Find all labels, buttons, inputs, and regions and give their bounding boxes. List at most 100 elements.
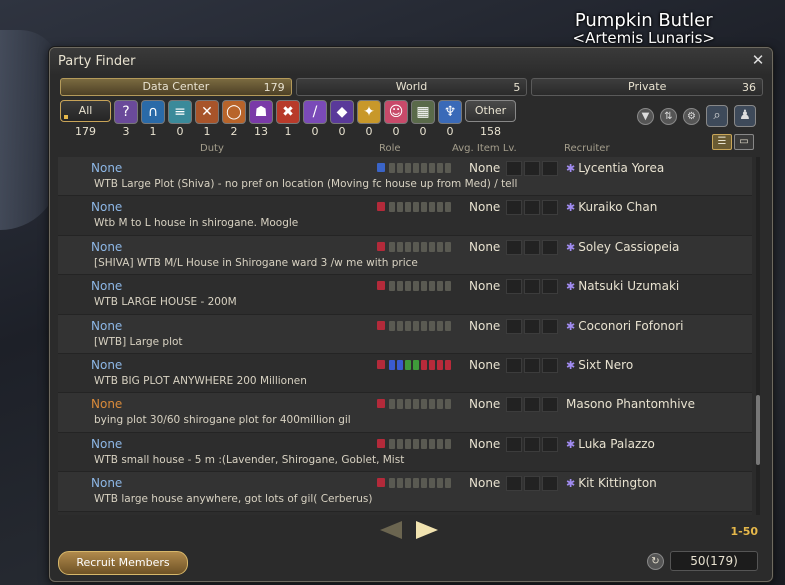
status-box	[542, 200, 558, 216]
listing-row[interactable]: None WTB BIG PLOT ANYWHERE 200 Millionen N…	[58, 353, 752, 394]
category-all-button[interactable]: All 179	[60, 100, 111, 140]
category-button[interactable]: ? 3	[114, 100, 138, 140]
role-slot	[421, 281, 427, 292]
gold-saucer-icon: ✦	[357, 100, 381, 124]
listing-row[interactable]: None WTB LARGE HOUSE - 200M None ✱ Natsuki U…	[58, 275, 752, 315]
role-slot	[389, 241, 395, 252]
role-slot	[429, 281, 435, 292]
listing-comment: [WTB] Large plot	[94, 335, 183, 348]
close-icon[interactable]: ✕	[750, 52, 766, 68]
category-button[interactable]: ◯ 2	[222, 100, 246, 140]
listing-row[interactable]: NoneNone✱Loly Candy	[58, 511, 752, 515]
listing-duty: None	[91, 476, 123, 491]
role-slot	[421, 320, 427, 331]
listing-row[interactable]: None WTB Large Plot (Shiva) - no pref on …	[58, 157, 752, 197]
category-count: 13	[254, 125, 268, 138]
world-visitor-icon: ✱	[566, 240, 576, 254]
listing-duty: None	[91, 397, 123, 412]
window-titlebar[interactable]: Party Finder ✕	[50, 48, 772, 74]
role-slot	[397, 359, 403, 370]
tab-world[interactable]: World 5	[295, 78, 528, 96]
listing-avg-ilvl: None	[469, 357, 501, 372]
role-slot	[445, 163, 451, 173]
category-count: 3	[122, 125, 130, 138]
face-icon: ☺	[384, 100, 408, 124]
role-slot	[429, 241, 435, 252]
listing-recruiter: ✱ Coconori Fofonori	[566, 319, 684, 333]
role-slot	[397, 320, 403, 331]
role-slot	[405, 281, 411, 292]
refresh-icon[interactable]: ↻	[647, 552, 664, 570]
role-check-icon	[377, 438, 385, 448]
listing-row[interactable]: None WTB large house anywhere, got lots o…	[58, 472, 752, 512]
category-count: 0	[365, 125, 373, 138]
role-slot	[389, 438, 395, 449]
sort-icon[interactable]: ⇅	[660, 107, 677, 125]
role-slot	[389, 202, 395, 213]
party-icon[interactable]: ♟	[734, 105, 756, 127]
listing-status-boxes	[506, 200, 558, 216]
category-button[interactable]: /0	[303, 100, 327, 140]
recruiter-name: Coconori Fofonori	[578, 318, 684, 333]
prev-page-icon[interactable]	[380, 521, 402, 539]
role-check-icon	[377, 478, 385, 488]
recruit-members-button[interactable]: Recruit Members	[58, 551, 188, 575]
role-slot	[405, 320, 411, 331]
category-label: All	[60, 100, 111, 122]
category-button[interactable]: ∩ 1	[141, 100, 165, 140]
category-other-button[interactable]: Other 158	[465, 100, 516, 140]
filter-icon[interactable]: ▼	[637, 107, 654, 125]
status-box	[524, 161, 540, 176]
tab-count: 5	[513, 81, 521, 94]
listing-count: 50(179)	[670, 551, 758, 571]
world-visitor-icon: ✱	[566, 280, 576, 294]
listing-row[interactable]: None Wtb M to L house in shirogane. Moogl…	[58, 196, 752, 236]
category-button[interactable]: ✦ 0	[357, 100, 381, 140]
next-page-icon[interactable]	[416, 521, 438, 539]
listing-status-boxes	[506, 279, 558, 295]
role-slots	[389, 320, 451, 331]
role-slot	[445, 202, 451, 213]
category-count: 158	[480, 125, 501, 138]
tab-data-center[interactable]: Data Center 179	[60, 78, 292, 96]
listing-recruiter: ✱ Kit Kittington	[566, 476, 657, 490]
listing-row[interactable]: None [WTB] Large plot None ✱ Coconori Fofono…	[58, 314, 752, 354]
listing-avg-ilvl: None	[469, 476, 501, 491]
listing-row[interactable]: None [SHIVA] WTB M/L House in Shirogane w…	[58, 235, 752, 276]
listing-row[interactable]: None WTB small house - 5 m :(Lavender, Sh…	[58, 432, 752, 473]
status-box	[524, 476, 540, 492]
role-slot	[389, 320, 395, 331]
search-icon[interactable]: ⌕	[706, 105, 728, 127]
category-button[interactable]: ✕ 1	[195, 100, 219, 140]
status-box	[524, 279, 540, 295]
tab-label: Private	[628, 80, 667, 93]
category-button[interactable]: ♆ 0	[438, 100, 462, 140]
role-slot	[445, 359, 451, 370]
tool-buttons: ▼ ⇅ ⚙ ⌕ ♟	[637, 105, 756, 127]
list-scrollbar[interactable]	[756, 157, 760, 515]
category-label: Other	[465, 100, 516, 122]
role-slot	[437, 163, 443, 173]
listing-recruiter: ✱ Kuraiko Chan	[566, 200, 657, 214]
world-visitor-icon: ✱	[566, 437, 576, 451]
role-check-icon	[377, 359, 385, 369]
category-button[interactable]: ≡ 0	[168, 100, 192, 140]
role-slot	[413, 359, 419, 370]
listing-duty: None	[91, 279, 123, 294]
category-button[interactable]: ▦ 0	[411, 100, 435, 140]
status-box	[542, 476, 558, 492]
listing-row[interactable]: None bying plot 30/60 shirogane plot for …	[58, 393, 752, 433]
listing-comment: Wtb M to L house in shirogane. Moogle	[94, 217, 299, 230]
category-button[interactable]: ✖ 1	[276, 100, 300, 140]
category-button[interactable]: ☺ 0	[384, 100, 408, 140]
gear-icon[interactable]: ⚙	[683, 107, 700, 125]
listing-comment: [SHIVA] WTB M/L House in Shirogane ward …	[94, 256, 418, 269]
scrollbar-thumb[interactable]	[756, 395, 760, 465]
tab-private[interactable]: Private 36	[531, 78, 764, 96]
category-button[interactable]: ☗ 13	[249, 100, 273, 140]
role-slot	[389, 478, 395, 489]
category-button[interactable]: ◆ 0	[330, 100, 354, 140]
role-check-icon	[377, 399, 385, 409]
recruiter-name: Masono Phantomhive	[566, 397, 696, 412]
status-box	[506, 239, 522, 255]
